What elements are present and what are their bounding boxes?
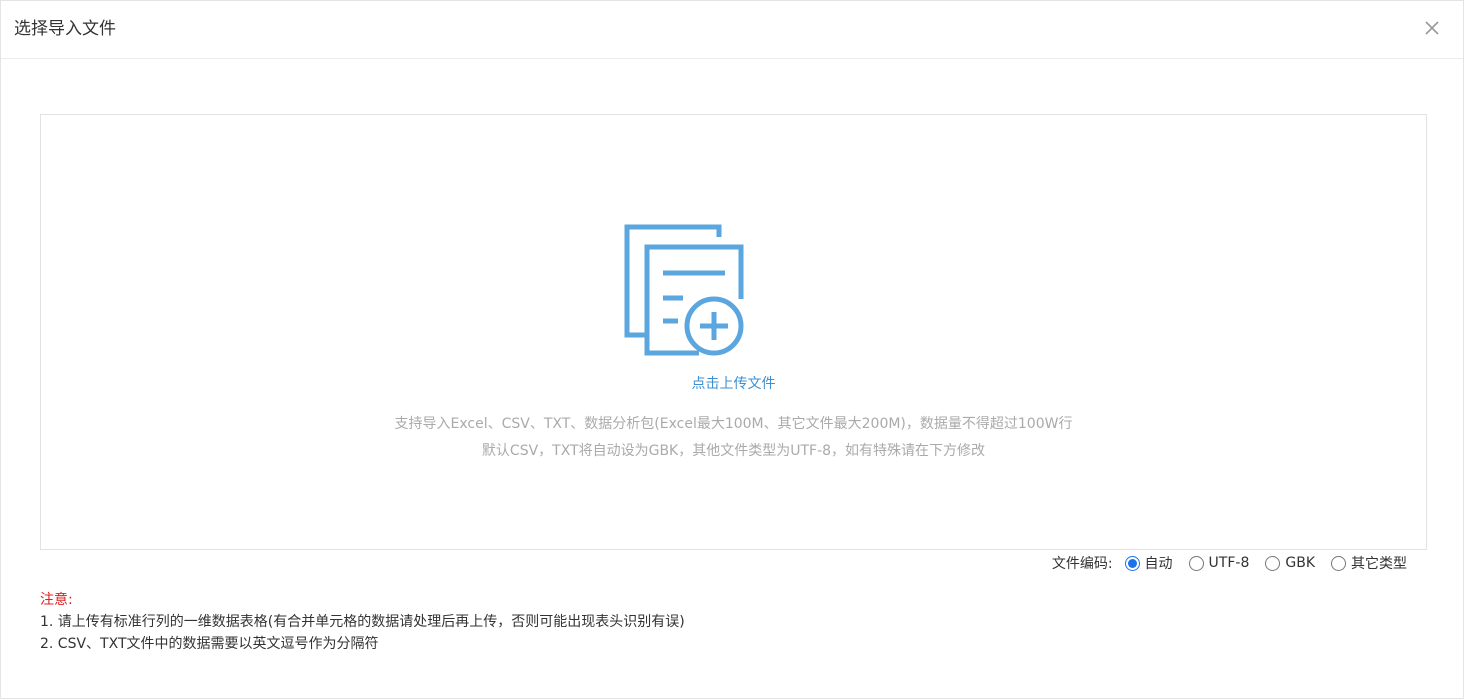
radio-checked-icon[interactable] xyxy=(1124,555,1140,571)
note-item: 1. 请上传有标准行列的一维数据表格(有合并单元格的数据请处理后再上传，否则可能… xyxy=(40,614,685,630)
encoding-option-auto[interactable]: 自动 xyxy=(1124,553,1173,573)
encoding-option-other[interactable]: 其它类型 xyxy=(1331,553,1407,573)
encoding-option-label: UTF-8 xyxy=(1208,555,1250,571)
dialog-header: 选择导入文件 xyxy=(1,1,1463,59)
encoding-option-label: GBK xyxy=(1285,555,1315,571)
radio-unchecked-icon[interactable] xyxy=(1265,555,1281,571)
upload-dropzone[interactable]: 点击上传文件 支持导入Excel、CSV、TXT、数据分析包(Excel最大10… xyxy=(40,114,1427,550)
radio-unchecked-icon[interactable] xyxy=(1188,555,1204,571)
upload-hint-encoding: 默认CSV，TXT将自动设为GBK，其他文件类型为UTF-8，如有特殊请在下方修… xyxy=(481,443,986,459)
close-button[interactable] xyxy=(1421,17,1443,39)
encoding-option-label: 自动 xyxy=(1144,556,1173,572)
note-item: 2. CSV、TXT文件中的数据需要以英文逗号作为分隔符 xyxy=(40,636,379,652)
close-icon xyxy=(1425,21,1439,35)
add-file-icon xyxy=(624,224,744,356)
notes-title: 注意: xyxy=(40,592,73,608)
encoding-selector: 文件编码: 自动 UTF-8 GBK 其它类型 xyxy=(1052,553,1407,573)
upload-file-link[interactable]: 点击上传文件 xyxy=(41,374,1426,394)
radio-unchecked-icon[interactable] xyxy=(1331,555,1346,571)
encoding-label: 文件编码: xyxy=(1051,556,1113,572)
encoding-option-gbk[interactable]: GBK xyxy=(1265,555,1315,571)
encoding-option-label: 其它类型 xyxy=(1351,556,1407,572)
import-file-dialog: 选择导入文件 点击上传文件 支持导入Excel、CSV、TXT、数据分析包(Ex… xyxy=(0,0,1464,699)
encoding-option-utf8[interactable]: UTF-8 xyxy=(1188,555,1250,571)
notes-section: 注意: 1. 请上传有标准行列的一维数据表格(有合并单元格的数据请处理后再上传，… xyxy=(40,589,685,655)
upload-hint-formats: 支持导入Excel、CSV、TXT、数据分析包(Excel最大100M、其它文件… xyxy=(394,416,1073,432)
dialog-title: 选择导入文件 xyxy=(14,19,116,39)
